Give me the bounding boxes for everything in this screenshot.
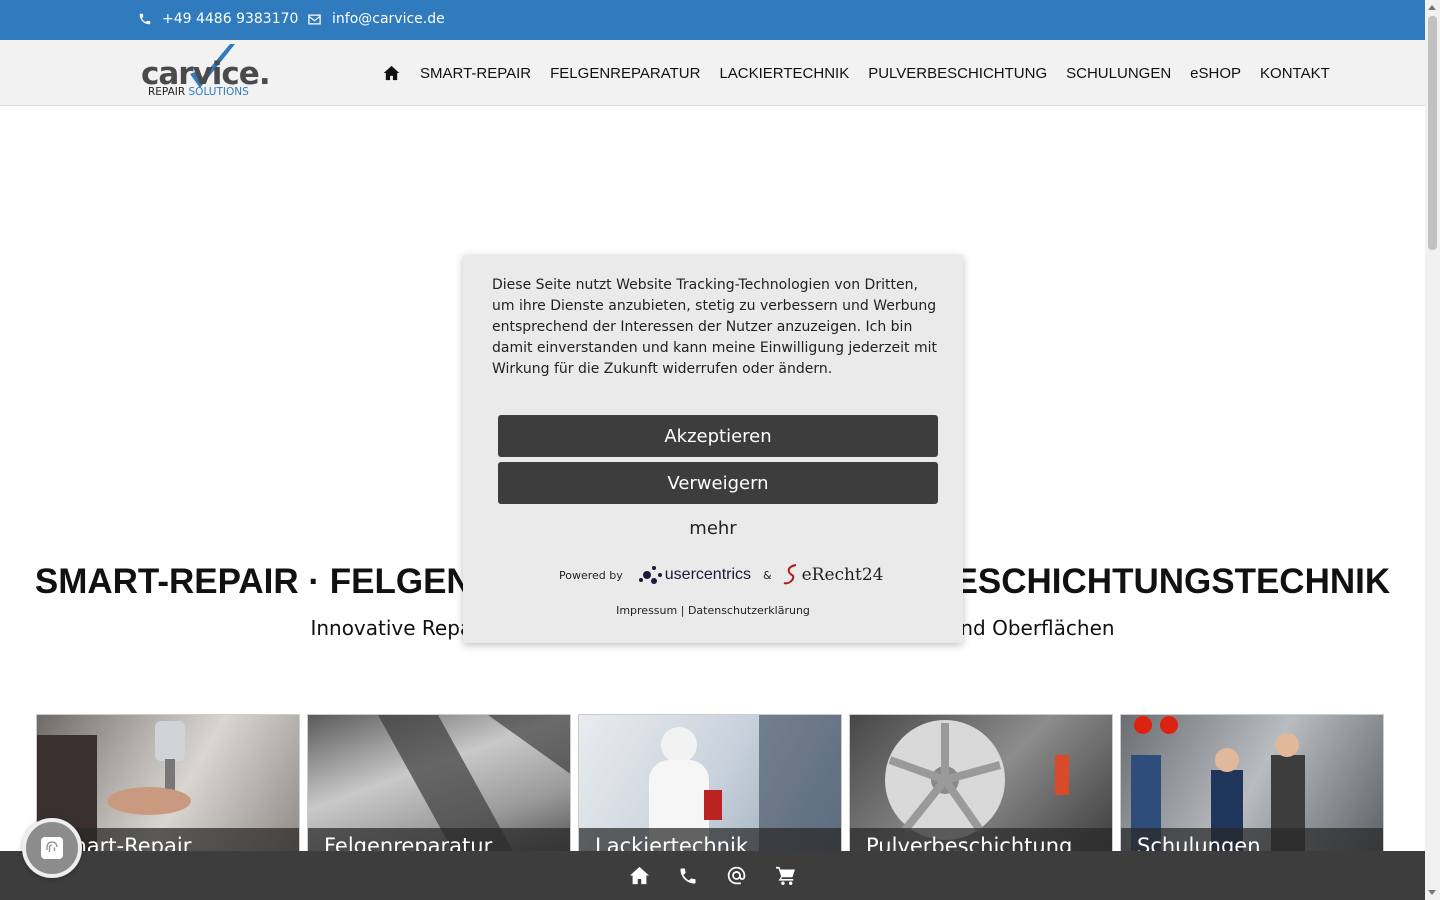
phone-icon	[680, 868, 696, 883]
envelope-icon	[308, 14, 321, 24]
cookie-consent-dialog: Diese Seite nutzt Website Tracking-Techn…	[463, 255, 963, 643]
accept-button[interactable]: Akzeptieren	[498, 415, 938, 457]
nav-eshop[interactable]: eSHOP	[1190, 65, 1241, 82]
bottom-icon-bar	[0, 851, 1425, 900]
bottom-home-button[interactable]	[629, 866, 650, 885]
home-icon	[630, 866, 649, 885]
erecht24-logo-icon	[783, 564, 796, 585]
usercentrics-brand[interactable]: usercentrics	[665, 566, 751, 584]
scroll-up-arrow-icon[interactable]	[1428, 5, 1436, 10]
tile-pulverbeschichtung[interactable]: Pulverbeschichtung	[849, 714, 1113, 859]
top-contact-bar: +49 4486 9383170 info@carvice.de	[0, 0, 1425, 40]
erecht24-brand[interactable]: eRecht24	[802, 565, 884, 585]
phone-icon	[139, 13, 151, 25]
privacy-settings-button[interactable]	[22, 818, 82, 878]
nav-pulverbeschichtung[interactable]: PULVERBESCHICHTUNG	[868, 65, 1047, 82]
bottom-phone-button[interactable]	[678, 866, 698, 886]
tile-schulungen[interactable]: Schulungen	[1120, 714, 1384, 859]
bottom-email-button[interactable]	[726, 865, 747, 886]
fingerprint-icon	[41, 837, 63, 859]
logo-sub-solutions: SOLUTIONS	[188, 86, 249, 98]
bottom-shop-button[interactable]	[775, 866, 796, 885]
powered-by-row: Powered by usercentrics & eRecht24	[559, 563, 883, 587]
scrollbar-thumb[interactable]	[1428, 16, 1437, 250]
nav-kontakt[interactable]: KONTAKT	[1260, 65, 1330, 82]
main-navbar: carvice. REPAIR SOLUTIONS SMART-REPAIR F…	[0, 40, 1425, 106]
nav-home-icon[interactable]	[383, 65, 401, 81]
logo-sub-repair: REPAIR	[148, 86, 186, 98]
carvice-logo[interactable]: carvice. REPAIR SOLUTIONS	[140, 44, 271, 102]
impressum-link[interactable]: Impressum	[616, 604, 677, 617]
service-tiles: Smart-Repair Felgenreparatur Lackiertech…	[36, 714, 1384, 859]
usercentrics-logo-icon	[638, 566, 662, 584]
scroll-down-arrow-icon[interactable]	[1428, 890, 1436, 895]
link-separator: |	[680, 604, 685, 617]
privacy-link[interactable]: Datenschutzerklärung	[688, 604, 810, 617]
nav-felgenreparatur[interactable]: FELGENREPARATUR	[550, 65, 700, 82]
nav-schulungen[interactable]: SCHULUNGEN	[1066, 65, 1171, 82]
deny-button[interactable]: Verweigern	[498, 462, 938, 504]
legal-links: Impressum | Datenschutzerklärung	[463, 604, 963, 617]
tile-felgenreparatur[interactable]: Felgenreparatur	[307, 714, 571, 859]
nav-lackiertechnik[interactable]: LACKIERTECHNIK	[719, 65, 849, 82]
page-scrollbar[interactable]	[1425, 0, 1440, 900]
primary-nav: SMART-REPAIR FELGENREPARATUR LACKIERTECH…	[383, 40, 1349, 106]
home-icon	[383, 65, 400, 81]
cart-icon	[776, 866, 795, 885]
ampersand: &	[763, 568, 772, 582]
tile-lackiertechnik[interactable]: Lackiertechnik	[578, 714, 842, 859]
nav-smart-repair[interactable]: SMART-REPAIR	[420, 65, 531, 82]
email-address[interactable]: info@carvice.de	[332, 11, 445, 27]
email-contact[interactable]: info@carvice.de	[307, 11, 445, 27]
phone-number[interactable]: +49 4486 9383170	[162, 11, 298, 27]
consent-text: Diese Seite nutzt Website Tracking-Techn…	[492, 277, 937, 377]
more-link[interactable]: mehr	[463, 518, 963, 539]
logo-subtitle: REPAIR SOLUTIONS	[148, 86, 249, 98]
at-icon	[727, 866, 746, 885]
powered-by-label: Powered by	[559, 568, 623, 582]
phone-contact[interactable]: +49 4486 9383170	[138, 11, 298, 27]
